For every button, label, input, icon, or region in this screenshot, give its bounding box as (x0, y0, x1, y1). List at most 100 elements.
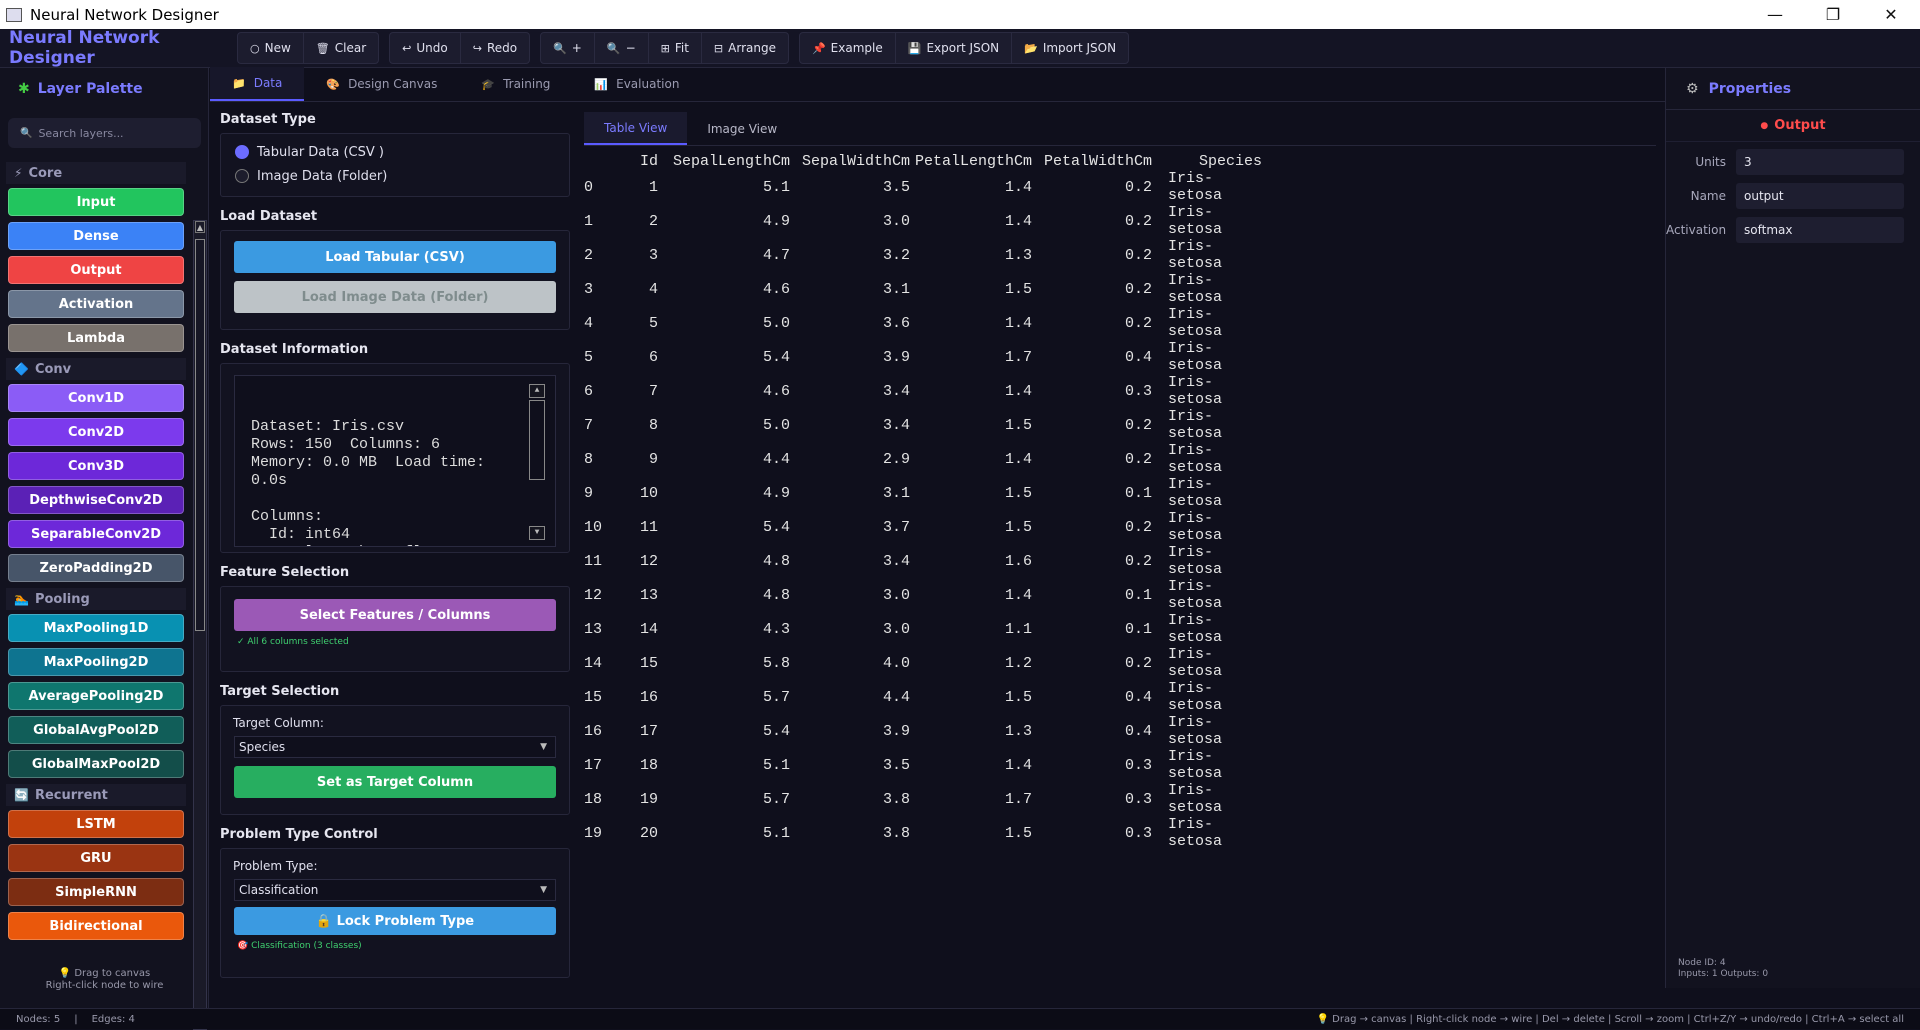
scroll-thumb[interactable] (529, 400, 545, 480)
layer-button-conv2d[interactable]: Conv2D (8, 418, 184, 446)
dataset-info-text: Dataset: Iris.csv Rows: 150 Columns: 6 M… (234, 375, 556, 547)
toolbar-button-zoom-in[interactable]: 🔍 + (541, 33, 595, 63)
layer-button-simplernn[interactable]: SimpleRNN (8, 878, 184, 906)
layer-button-input[interactable]: Input (8, 188, 184, 216)
data-table: Id SepalLengthCm SepalWidthCm PetalLengthCm… (584, 152, 1262, 851)
toolbar-label: Undo (416, 41, 448, 55)
shortcut-hint: 💡 Drag → canvas | Right-click node → wir… (1316, 1013, 1905, 1025)
toolbar-button-new[interactable]: ○ New (238, 33, 304, 63)
tab-evaluation[interactable]: 📊 Evaluation (572, 67, 701, 101)
table-cell: Iris-setosa (1168, 476, 1223, 510)
layer-button-lambda[interactable]: Lambda (8, 324, 184, 352)
palette-footer: 💡 Drag to canvas Right-click node to wir… (0, 968, 209, 992)
scroll-up-icon[interactable]: ▲ (529, 384, 545, 398)
toolbar-label: Import JSON (1042, 41, 1117, 55)
problem-type-select[interactable]: Classification ▼ (234, 879, 556, 901)
toolbar-button-clear[interactable]: 🗑 Clear (304, 33, 378, 63)
tab-training[interactable]: 🎓 Training (459, 67, 572, 101)
table-cell: 2.9 (882, 450, 910, 468)
target-column-value: Species (239, 740, 286, 754)
toolbar-icon: ○ (250, 41, 260, 55)
tab-table-view[interactable]: Table View (584, 112, 688, 145)
palette-scrollbar[interactable]: ▲ ▼ (193, 220, 207, 1030)
node-dot-icon: ● (1760, 120, 1769, 131)
load-image-button[interactable]: Load Image Data (Folder) (234, 281, 556, 313)
dataset-info-title: Dataset Information (220, 342, 369, 357)
load-tabular-button[interactable]: Load Tabular (CSV) (234, 241, 556, 273)
layer-button-activation[interactable]: Activation (8, 290, 184, 318)
toolbar-button-arrange[interactable]: ⊟ Arrange (702, 33, 788, 63)
table-cell: 4.9 (762, 484, 790, 502)
palette-category-pooling[interactable]: 🏊 Pooling (6, 588, 186, 610)
layer-button-globalavgpool2d[interactable]: GlobalAvgPool2D (8, 716, 184, 744)
toolbar-label: Export JSON (926, 41, 1000, 55)
layer-button-maxpooling1d[interactable]: MaxPooling1D (8, 614, 184, 642)
table-cell: 1.7 (1004, 790, 1032, 808)
window-title: Neural Network Designer (30, 5, 219, 24)
table-cell: 4 (648, 280, 658, 298)
minimize-button[interactable]: — (1746, 0, 1804, 29)
select-features-button[interactable]: Select Features / Columns (234, 599, 556, 631)
layer-button-lstm[interactable]: LSTM (8, 810, 184, 838)
table-cell: 4.4 (762, 450, 790, 468)
table-cell: Iris-setosa (1168, 442, 1223, 476)
palette-category-core[interactable]: ⚡ Core (6, 162, 186, 184)
toolbar-button-export-json[interactable]: 💾 Export JSON (896, 33, 1013, 63)
layer-button-output[interactable]: Output (8, 256, 184, 284)
toolbar-button-zoom-out[interactable]: 🔍 − (595, 33, 649, 63)
palette-hint-2: Right-click node to wire (45, 980, 164, 991)
tab-image-view[interactable]: Image View (687, 112, 797, 145)
feature-status: ✓ All 6 columns selected (237, 637, 349, 647)
property-name-input[interactable]: output (1736, 183, 1904, 209)
node-io: Inputs: 1 Outputs: 0 (1678, 969, 1769, 979)
palette-category-conv[interactable]: 🔷 Conv (6, 358, 186, 380)
scroll-thumb[interactable] (195, 239, 205, 631)
radio-tabular[interactable]: Tabular Data (CSV ) (221, 140, 569, 164)
target-column-select[interactable]: Species ▼ (234, 736, 556, 758)
layer-button-averagepooling2d[interactable]: AveragePooling2D (8, 682, 184, 710)
property-units-input[interactable]: 3 (1736, 149, 1904, 175)
layer-button-depthwiseconv2d[interactable]: DepthwiseConv2D (8, 486, 184, 514)
layer-button-zeropadding2d[interactable]: ZeroPadding2D (8, 554, 184, 582)
property-activation-input[interactable]: softmax (1736, 217, 1904, 243)
tab-data[interactable]: 📁 Data (210, 67, 305, 101)
table-cell: 1.2 (1004, 654, 1032, 672)
toolbar-button-example[interactable]: 📌 Example (800, 33, 896, 63)
info-scrollbar[interactable]: ▲ ▼ (529, 384, 545, 540)
scroll-down-icon[interactable]: ▼ (529, 526, 545, 540)
dataset-type-box: Tabular Data (CSV ) Image Data (Folder) (220, 133, 570, 197)
category-label: Conv (34, 361, 72, 377)
table-cell: 0.4 (1124, 348, 1152, 366)
toolbar-button-undo[interactable]: ↩ Undo (390, 33, 461, 63)
layer-button-conv3d[interactable]: Conv3D (8, 452, 184, 480)
tab-design-canvas[interactable]: 🎨 Design Canvas (304, 67, 459, 101)
table-cell: 18 (639, 756, 658, 774)
layer-button-dense[interactable]: Dense (8, 222, 184, 250)
layer-button-conv1d[interactable]: Conv1D (8, 384, 184, 412)
search-input[interactable]: 🔍 Search layers... (8, 118, 201, 148)
set-target-button[interactable]: Set as Target Column (234, 766, 556, 798)
table-cell: 0.2 (1124, 654, 1152, 672)
maximize-button[interactable]: ❐ (1804, 0, 1862, 29)
toolbar-button-fit[interactable]: ⊞ Fit (649, 33, 702, 63)
toolbar-button-import-json[interactable]: 📂 Import JSON (1012, 33, 1128, 63)
table-cell: 0.2 (1124, 416, 1152, 434)
table-cell: 1.4 (1004, 756, 1032, 774)
tab-icon: 🎨 (326, 77, 341, 91)
layer-button-maxpooling2d[interactable]: MaxPooling2D (8, 648, 184, 676)
layer-button-globalmaxpool2d[interactable]: GlobalMaxPool2D (8, 750, 184, 778)
table-cell: 0.2 (1124, 314, 1152, 332)
column-header (584, 152, 614, 170)
scroll-up-icon[interactable]: ▲ (195, 221, 205, 233)
layer-button-gru[interactable]: GRU (8, 844, 184, 872)
table-cell: 19 (639, 790, 658, 808)
table-cell: 20 (639, 824, 658, 842)
layer-button-separableconv2d[interactable]: SeparableConv2D (8, 520, 184, 548)
lock-problem-type-button[interactable]: 🔒 Lock Problem Type (234, 907, 556, 935)
radio-image[interactable]: Image Data (Folder) (221, 164, 569, 188)
toolbar-button-redo[interactable]: ↪ Redo (461, 33, 529, 63)
table-row: 5 6 5.4 3.9 1.7 0.4 Iris-setosa (584, 340, 1262, 374)
layer-button-bidirectional[interactable]: Bidirectional (8, 912, 184, 940)
close-button[interactable]: ✕ (1862, 0, 1920, 29)
palette-category-recurrent[interactable]: 🔄 Recurrent (6, 784, 186, 806)
